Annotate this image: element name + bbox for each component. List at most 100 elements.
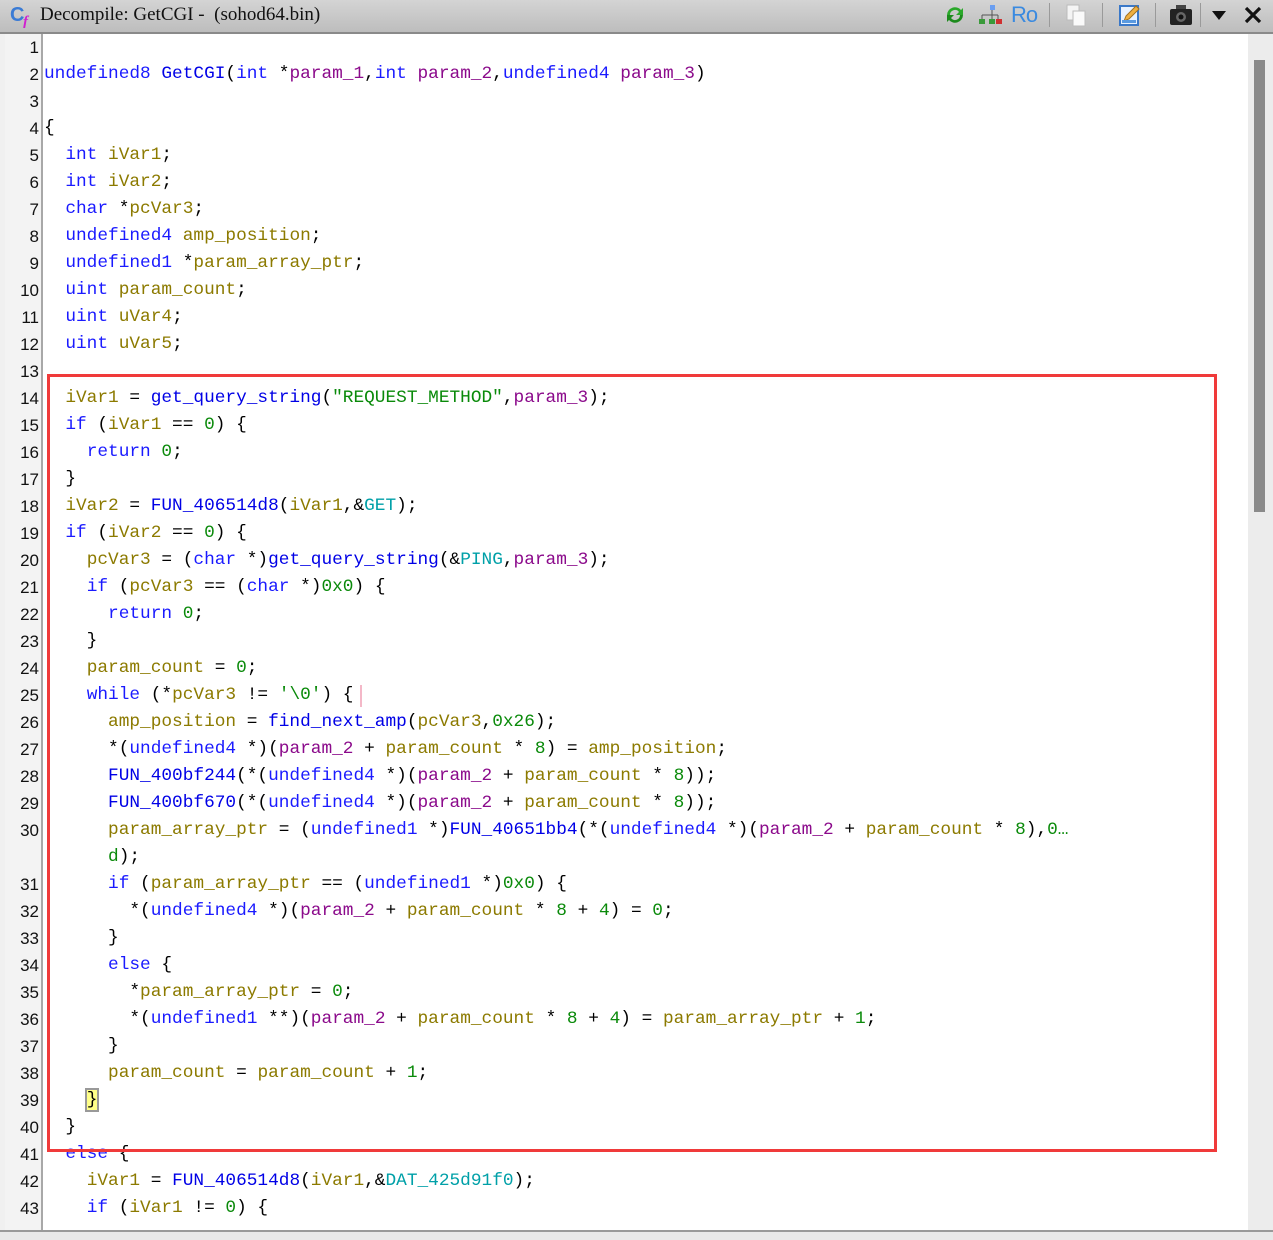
constant-token[interactable]: 0x0 — [321, 577, 353, 597]
keyword-token[interactable]: undefined4 — [503, 64, 610, 84]
parameter-token[interactable]: param_2 — [311, 1009, 386, 1029]
constant-token[interactable]: 8 — [556, 901, 567, 921]
matched-brace-token[interactable]: } — [84, 1088, 100, 1112]
constant-token[interactable]: 0 — [161, 442, 172, 462]
code-line[interactable]: 36 *(undefined1 **)(param_2 + param_coun… — [5, 1006, 1248, 1033]
constant-token[interactable]: 0 — [236, 658, 247, 678]
code-line[interactable]: 39 } — [5, 1087, 1248, 1114]
code-line[interactable]: 2 undefined8 GetCGI(int *param_1,int para… — [5, 61, 1248, 88]
code-line[interactable]: 15 if (iVar1 == 0) { — [5, 412, 1248, 439]
constant-token[interactable]: 0x26 — [492, 712, 535, 732]
keyword-token[interactable]: uint — [65, 334, 108, 354]
variable-token[interactable]: param_array_ptr — [151, 874, 311, 894]
constant-token[interactable]: 0 — [652, 901, 663, 921]
parameter-token[interactable]: param_3 — [514, 388, 589, 408]
variable-token[interactable]: amp_position — [183, 226, 311, 246]
code-line[interactable]: 34 else { — [5, 952, 1248, 979]
code-line[interactable]: 40 } — [5, 1114, 1248, 1141]
keyword-token[interactable]: int — [65, 172, 97, 192]
keyword-token[interactable]: while — [87, 685, 140, 705]
variable-token[interactable]: amp_position — [108, 712, 236, 732]
keyword-token[interactable]: undefined4 — [268, 766, 375, 786]
global-token[interactable]: DAT_425d91f0 — [385, 1171, 513, 1191]
parameter-token[interactable]: param_1 — [289, 64, 364, 84]
variable-token[interactable]: param_array_ptr — [193, 253, 353, 273]
variable-token[interactable]: param_count — [866, 820, 983, 840]
keyword-token[interactable]: char — [247, 577, 290, 597]
variable-token[interactable]: param_count — [386, 739, 503, 759]
parameter-token[interactable]: param_2 — [279, 739, 354, 759]
keyword-token[interactable]: uint — [65, 280, 108, 300]
variable-token[interactable]: param_array_ptr — [663, 1009, 823, 1029]
parameter-token[interactable]: param_3 — [620, 64, 695, 84]
variable-token[interactable]: iVar1 — [108, 415, 161, 435]
keyword-token[interactable]: return — [108, 604, 172, 624]
variable-token[interactable]: param_count — [119, 280, 236, 300]
parameter-token[interactable]: param_2 — [418, 793, 493, 813]
keyword-token[interactable]: int — [236, 64, 268, 84]
close-button[interactable] — [1240, 2, 1266, 28]
constant-token[interactable]: 8 — [674, 766, 685, 786]
code-line[interactable]: 19 if (iVar2 == 0) { — [5, 520, 1248, 547]
constant-token[interactable]: 8 — [567, 1009, 578, 1029]
code-line[interactable]: 29 FUN_400bf670(*(undefined4 *)(param_2 … — [5, 790, 1248, 817]
parameter-token[interactable]: param_2 — [418, 766, 493, 786]
variable-token[interactable]: iVar1 — [311, 1171, 364, 1191]
variable-token[interactable]: param_count — [418, 1009, 535, 1029]
code-line[interactable]: 28 FUN_400bf244(*(undefined4 *)(param_2 … — [5, 763, 1248, 790]
keyword-token[interactable]: undefined8 — [44, 64, 151, 84]
function-token[interactable]: FUN_406514d8 — [151, 496, 279, 516]
variable-token[interactable]: param_count — [407, 901, 524, 921]
variable-token[interactable]: iVar2 — [108, 523, 161, 543]
variable-token[interactable]: pcVar3 — [172, 685, 236, 705]
parameter-token[interactable]: param_2 — [759, 820, 834, 840]
keyword-token[interactable]: else — [65, 1144, 108, 1164]
code-line[interactable]: 7 char *pcVar3; — [5, 196, 1248, 223]
keyword-token[interactable]: if — [87, 577, 108, 597]
edit-signature-button[interactable] — [1116, 2, 1144, 28]
code-line[interactable]: 33 } — [5, 925, 1248, 952]
function-token[interactable]: find_next_amp — [268, 712, 407, 732]
code-line[interactable]: 21 if (pcVar3 == (char *)0x0) { — [5, 574, 1248, 601]
code-line[interactable]: 12 uint uVar5; — [5, 331, 1248, 358]
code-line[interactable]: 10 uint param_count; — [5, 277, 1248, 304]
code-line[interactable]: 22 return 0; — [5, 601, 1248, 628]
code-line[interactable]: 18 iVar2 = FUN_406514d8(iVar1,&GET); — [5, 493, 1248, 520]
variable-token[interactable]: iVar1 — [87, 1171, 140, 1191]
variable-token[interactable]: param_count — [108, 1063, 225, 1083]
function-token[interactable]: FUN_400bf670 — [108, 793, 236, 813]
keyword-token[interactable]: undefined4 — [610, 820, 717, 840]
code-line[interactable]: 27 *(undefined4 *)(param_2 + param_count… — [5, 736, 1248, 763]
constant-token[interactable]: 0 — [183, 604, 194, 624]
constant-token[interactable]: 1 — [407, 1063, 418, 1083]
constant-token[interactable]: 0 — [332, 982, 343, 1002]
variable-token[interactable]: pcVar3 — [129, 199, 193, 219]
global-token[interactable]: PING — [460, 550, 503, 570]
code-line[interactable]: 8 undefined4 amp_position; — [5, 223, 1248, 250]
ro-toggle-button[interactable]: Ro — [1010, 2, 1038, 28]
constant-token[interactable]: 8 — [1015, 820, 1026, 840]
constant-token[interactable]: 0 — [225, 1198, 236, 1218]
constant-token[interactable]: 4 — [610, 1009, 621, 1029]
function-token[interactable]: get_query_string — [268, 550, 439, 570]
code-line[interactable]: 38 param_count = param_count + 1; — [5, 1060, 1248, 1087]
keyword-token[interactable]: undefined1 — [364, 874, 471, 894]
code-line[interactable]: 5 int iVar1; — [5, 142, 1248, 169]
variable-token[interactable]: iVar1 — [108, 145, 161, 165]
constant-token[interactable]: '\0' — [279, 685, 322, 705]
keyword-token[interactable]: undefined4 — [65, 226, 172, 246]
parameter-token[interactable]: param_2 — [418, 64, 493, 84]
code-line[interactable]: 42 iVar1 = FUN_406514d8(iVar1,&DAT_425d9… — [5, 1168, 1248, 1195]
code-line[interactable]: 25 while (*pcVar3 != '\0') { — [5, 682, 1248, 709]
code-line[interactable]: 6 int iVar2; — [5, 169, 1248, 196]
vertical-scrollbar[interactable] — [1248, 34, 1273, 1230]
code-line[interactable]: 30 param_array_ptr = (undefined1 *)FUN_4… — [5, 817, 1248, 844]
keyword-token[interactable]: undefined4 — [268, 793, 375, 813]
menu-dropdown-button[interactable] — [1208, 2, 1230, 28]
variable-token[interactable]: param_count — [257, 1063, 374, 1083]
code-line[interactable]: d); — [5, 844, 1248, 871]
code-line[interactable]: 9 undefined1 *param_array_ptr; — [5, 250, 1248, 277]
keyword-token[interactable]: if — [108, 874, 129, 894]
variable-token[interactable]: iVar2 — [65, 496, 118, 516]
variable-token[interactable]: uVar5 — [119, 334, 172, 354]
